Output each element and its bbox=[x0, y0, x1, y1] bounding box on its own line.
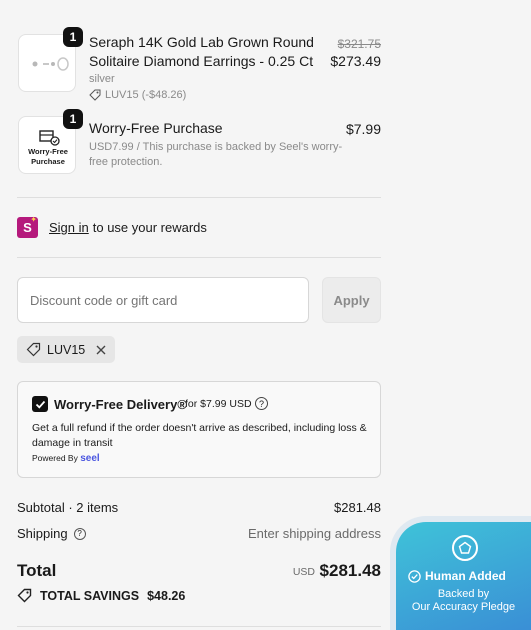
worry-free-title: Worry-Free Purchase bbox=[89, 120, 223, 136]
quantity-badge: 1 bbox=[63, 27, 83, 47]
pledge-headline: Human Added bbox=[408, 569, 506, 583]
rewards-icon: S ✦ bbox=[17, 215, 38, 238]
divider bbox=[17, 626, 381, 627]
powered-by: Powered By seel bbox=[32, 453, 100, 464]
product-title-line2: Solitaire Diamond Earrings - 0.25 Ct bbox=[89, 53, 314, 69]
signin-row: S ✦ Sign in to use your rewards bbox=[17, 215, 207, 238]
applied-code-chip: LUV15 bbox=[17, 336, 116, 363]
original-price: $321.75 bbox=[337, 37, 381, 51]
worry-free-description-line1: USD7.99 / This purchase is backed by See… bbox=[89, 141, 343, 153]
remove-code-icon[interactable] bbox=[96, 345, 106, 355]
product-discount-text: LUV15 (-$48.26) bbox=[105, 89, 187, 101]
shipping-value: Enter shipping address bbox=[248, 526, 381, 541]
subtotal-value: $281.48 bbox=[334, 500, 381, 515]
worry-free-delivery-price: for $7.99 USD bbox=[185, 398, 252, 410]
info-icon[interactable]: ? bbox=[73, 527, 86, 540]
worry-free-thumbnail-label: Worry-Free Purchase bbox=[28, 147, 68, 166]
tag-icon bbox=[17, 588, 32, 603]
signin-text: to use your rewards bbox=[92, 220, 207, 235]
total-label: Total bbox=[17, 561, 57, 580]
worry-free-checkbox[interactable] bbox=[32, 396, 48, 412]
total-value: $281.48 bbox=[319, 561, 381, 580]
subtotal-label: Subtotal · 2 items bbox=[17, 500, 119, 515]
worry-free-description-line2: free protection. bbox=[89, 156, 163, 168]
total-savings-value: $48.26 bbox=[147, 588, 186, 603]
pledge-badge[interactable]: Human Added Backed by Our Accuracy Pledg… bbox=[396, 522, 531, 630]
shipping-row: Shipping ? bbox=[17, 526, 86, 541]
applied-code: LUV15 bbox=[47, 342, 86, 357]
worry-free-delivery-title: Worry-Free Delivery® bbox=[54, 397, 187, 412]
divider bbox=[17, 197, 381, 198]
total-currency: USD bbox=[292, 566, 315, 578]
signin-link[interactable]: Sign in bbox=[49, 220, 89, 235]
product-title-line1: Seraph 14K Gold Lab Grown Round bbox=[89, 34, 314, 50]
quantity-badge: 1 bbox=[63, 109, 83, 129]
worry-free-delivery-box: Worry-Free Delivery® for $7.99 USD ? Get… bbox=[17, 381, 381, 478]
seel-logo: seel bbox=[80, 453, 100, 464]
pledge-subtext: Backed by Our Accuracy Pledge bbox=[411, 588, 516, 613]
worry-free-thumbnail: Worry-Free Purchase 1 bbox=[18, 109, 83, 174]
discount-input[interactable] bbox=[17, 277, 309, 323]
product-discount: LUV15 (-$48.26) bbox=[89, 87, 186, 103]
product-price: $273.49 bbox=[330, 53, 381, 69]
total-savings-label: TOTAL SAVINGS bbox=[40, 588, 140, 603]
divider bbox=[17, 257, 381, 258]
apply-button[interactable]: Apply bbox=[322, 277, 381, 323]
worry-free-price: $7.99 bbox=[345, 121, 381, 137]
tag-icon bbox=[26, 342, 41, 357]
tag-icon bbox=[89, 89, 101, 101]
info-icon[interactable]: ? bbox=[255, 397, 268, 410]
check-circle-icon bbox=[408, 569, 421, 583]
check-icon bbox=[35, 400, 45, 409]
worry-free-delivery-description: Get a full refund if the order doesn't a… bbox=[32, 422, 367, 449]
product-thumbnail: 1 bbox=[18, 27, 83, 92]
pentagon-icon bbox=[452, 535, 478, 561]
shipping-label: Shipping bbox=[17, 526, 68, 541]
product-variant: silver bbox=[89, 73, 115, 85]
total-savings: TOTAL SAVINGS $48.26 bbox=[17, 588, 185, 603]
